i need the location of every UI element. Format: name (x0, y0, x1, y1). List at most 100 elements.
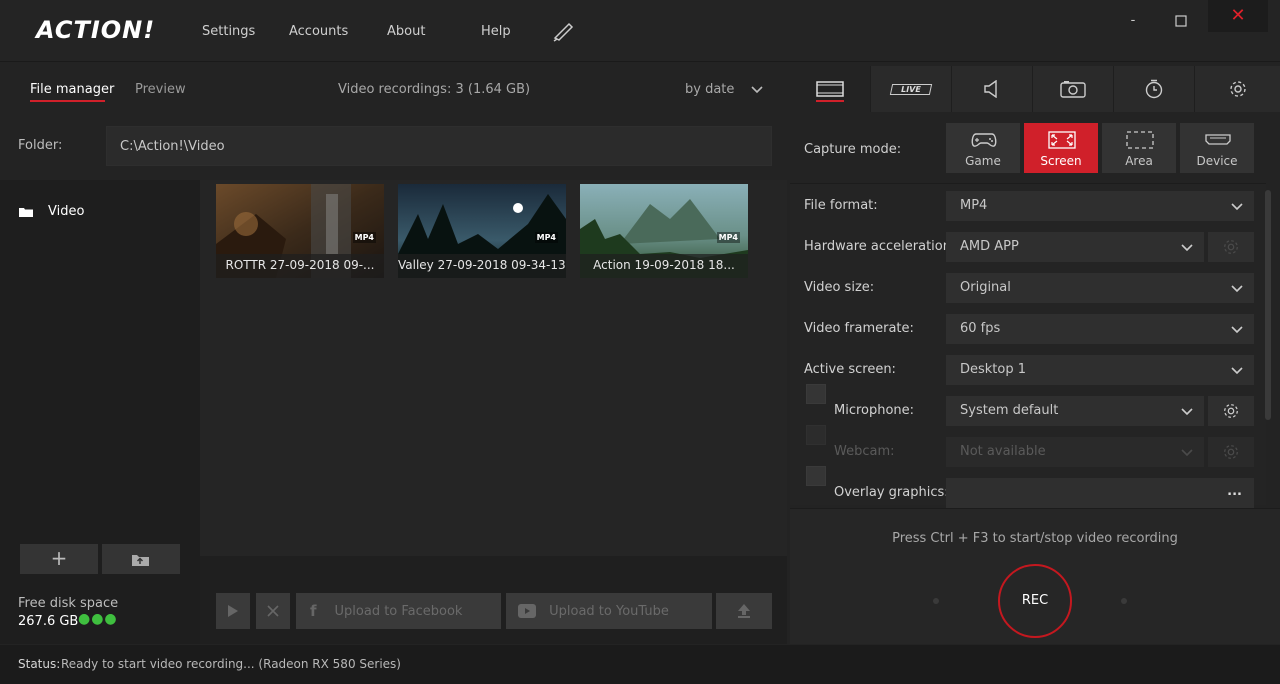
file-manager-panel: File manager Preview Video recordings: 3… (0, 66, 872, 644)
recording-thumbnail[interactable]: MP4 Valley 27-09-2018 09-34-13.mp4 (398, 184, 566, 278)
camera-icon (1060, 81, 1086, 98)
fullscreen-icon (1048, 131, 1076, 149)
play-button[interactable] (216, 593, 250, 629)
open-folder-icon (132, 555, 149, 566)
close-button[interactable]: ✕ (1208, 0, 1268, 32)
audio-icon (984, 80, 997, 98)
sort-select[interactable]: by date (685, 82, 734, 97)
pen-icon[interactable] (553, 22, 575, 42)
chevron-down-icon[interactable] (750, 84, 764, 94)
gamepad-icon (971, 133, 997, 147)
microphone-settings-button[interactable] (1208, 396, 1254, 426)
gear-icon (1224, 404, 1238, 418)
microphone-checkbox[interactable] (806, 384, 826, 404)
tab-settings[interactable] (1195, 66, 1280, 112)
close-icon (267, 605, 279, 617)
add-folder-button[interactable]: + (20, 544, 98, 574)
status-label: Status: (18, 657, 61, 671)
gear-icon (1224, 240, 1238, 254)
format-badge: MP4 (352, 232, 376, 243)
gear-icon (1229, 81, 1246, 97)
tab-file-manager[interactable]: File manager (30, 82, 114, 97)
format-badge: MP4 (534, 232, 558, 243)
hw-accel-value: AMD APP (960, 239, 1019, 254)
folder-path-value: C:\Action!\Video (120, 139, 225, 154)
hw-accel-label: Hardware acceleration: (804, 239, 956, 254)
delete-button[interactable] (256, 593, 290, 629)
recording-title: Valley 27-09-2018 09-34-13.mp4 (398, 254, 566, 278)
mode-area-button[interactable]: Area (1102, 123, 1176, 173)
framerate-value: 60 fps (960, 321, 1001, 336)
open-folder-button[interactable] (102, 544, 180, 574)
upload-facebook-label: Upload to Facebook (334, 603, 463, 619)
upload-button[interactable] (716, 593, 772, 629)
webcam-select[interactable]: Not available (946, 437, 1204, 467)
active-screen-label: Active screen: (804, 362, 896, 377)
video-size-value: Original (960, 280, 1011, 295)
mode-screen-button[interactable]: Screen (1024, 123, 1098, 173)
maximize-button[interactable] (1168, 8, 1194, 34)
framerate-select[interactable]: 60 fps (946, 314, 1254, 344)
chevron-down-icon (1181, 408, 1193, 416)
facebook-icon: f (310, 602, 317, 620)
record-button[interactable]: REC (998, 564, 1072, 638)
framerate-label: Video framerate: (804, 321, 914, 336)
upload-facebook-button[interactable]: f Upload to Facebook (296, 593, 501, 629)
live-icon: LIVE (889, 83, 933, 95)
active-screen-select[interactable]: Desktop 1 (946, 355, 1254, 385)
video-icon (816, 81, 844, 97)
microphone-value: System default (960, 403, 1059, 418)
free-disk-label: Free disk space (18, 596, 119, 611)
chevron-down-icon (1181, 244, 1193, 252)
folder-path-field[interactable]: C:\Action!\Video ... (106, 126, 872, 166)
menu-about[interactable]: About (387, 24, 425, 39)
video-size-select[interactable]: Original (946, 273, 1254, 303)
mode-game-button[interactable]: Game (946, 123, 1020, 173)
tree-item-video[interactable]: Video (18, 204, 84, 219)
recorder-tabs: LIVE (790, 66, 1280, 112)
mode-game-label: Game (965, 154, 1001, 168)
recording-thumbnail[interactable]: MP4 ROTTR 27-09-2018 09-... (216, 184, 384, 278)
app-logo: ACTION! (36, 16, 156, 44)
file-format-select[interactable]: MP4 (946, 191, 1254, 221)
tab-live[interactable]: LIVE (871, 66, 952, 112)
menu-accounts[interactable]: Accounts (289, 24, 348, 39)
chevron-down-icon (1181, 449, 1193, 457)
chevron-down-icon (1231, 203, 1243, 211)
file-format-label: File format: (804, 198, 878, 213)
microphone-label: Microphone: (834, 403, 915, 418)
active-tab-underline (816, 100, 844, 102)
tab-preview[interactable]: Preview (135, 82, 186, 97)
gear-icon (1224, 445, 1238, 459)
webcam-checkbox[interactable] (806, 425, 826, 445)
file-format-value: MP4 (960, 198, 988, 213)
overlay-field[interactable]: ... (946, 478, 1254, 508)
active-tab-underline (30, 100, 105, 102)
youtube-icon (518, 604, 536, 618)
tab-audio[interactable] (952, 66, 1033, 112)
indicator-dot (1121, 598, 1127, 604)
upload-youtube-button[interactable]: Upload to YouTube (506, 593, 712, 629)
free-disk-value: 267.6 GB (18, 614, 79, 629)
settings-scrollbar[interactable] (1265, 190, 1271, 420)
tab-timer[interactable] (1114, 66, 1195, 112)
menu-settings[interactable]: Settings (202, 24, 255, 39)
microphone-select[interactable]: System default (946, 396, 1204, 426)
recording-settings: File format: MP4 Hardware acceleration: … (790, 183, 1266, 508)
webcam-settings-button[interactable] (1208, 437, 1254, 467)
hotkey-hint: Press Ctrl + F3 to start/stop video reco… (892, 531, 1178, 546)
recording-thumbnail[interactable]: MP4 Action 19-09-2018 18... (580, 184, 748, 278)
overlay-checkbox[interactable] (806, 466, 826, 486)
tab-video[interactable] (790, 66, 871, 112)
overlay-label: Overlay graphics: (834, 485, 949, 500)
chevron-down-icon (1231, 285, 1243, 293)
mode-device-button[interactable]: Device (1180, 123, 1254, 173)
status-bar: Status: Ready to start video recording..… (0, 645, 1280, 684)
video-size-label: Video size: (804, 280, 875, 295)
hw-accel-settings-button[interactable] (1208, 232, 1254, 262)
overlay-browse-button[interactable]: ... (1227, 484, 1242, 499)
menu-help[interactable]: Help (481, 24, 511, 39)
tab-screenshot[interactable] (1033, 66, 1114, 112)
minimize-button[interactable]: - (1120, 8, 1146, 34)
hw-accel-select[interactable]: AMD APP (946, 232, 1204, 262)
